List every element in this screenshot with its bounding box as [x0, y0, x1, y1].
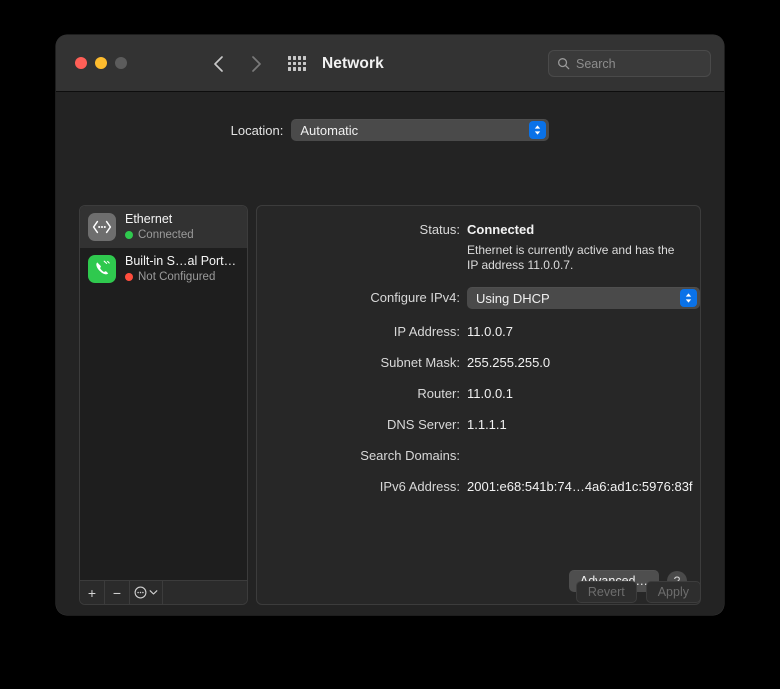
sidebar-item-ethernet[interactable]: Ethernet Connected	[80, 206, 247, 248]
status-label: Status:	[419, 222, 460, 237]
status-description: Ethernet is currently active and has the…	[467, 243, 675, 272]
location-label: Location:	[230, 122, 284, 138]
apply-button[interactable]: Apply	[645, 581, 701, 603]
status-label: Connected	[138, 229, 194, 241]
window-titlebar: Network	[56, 35, 724, 92]
footer-buttons: Revert Apply	[575, 581, 701, 603]
configure-ipv4-popup-button[interactable]: Using DHCP	[467, 287, 700, 309]
status-description-spacer	[257, 243, 467, 273]
page-title: Network	[322, 55, 384, 72]
ip-address-value: 11.0.0.7	[467, 324, 514, 339]
router-value: 11.0.0.1	[467, 386, 514, 401]
service-list-toolbar: + −	[80, 580, 247, 604]
service-action-menu-button[interactable]	[130, 581, 163, 604]
show-all-grid-icon[interactable]	[288, 56, 306, 71]
configure-ipv4-label: Configure IPv4:	[370, 290, 460, 305]
search-domains-label: Search Domains:	[360, 448, 460, 463]
router-row: Router: 11.0.0.1	[257, 384, 700, 403]
window-content: Location: Automatic Ethernet Connected B…	[56, 92, 724, 615]
search-field[interactable]	[548, 50, 724, 77]
minimize-button[interactable]	[95, 57, 107, 69]
dns-server-label: DNS Server:	[387, 417, 460, 432]
configure-ipv4-stepper-icon[interactable]	[680, 289, 697, 307]
service-text: Ethernet Connected	[125, 212, 194, 242]
subnet-mask-label: Subnet Mask:	[380, 355, 461, 370]
ipv6-address-row: IPv6 Address: 2001:e68:541b:74…4a6:ad1c:…	[257, 477, 700, 496]
ip-address-label: IP Address:	[393, 324, 460, 339]
back-button[interactable]	[208, 52, 230, 76]
traffic-light-group	[75, 57, 127, 69]
dns-server-row: DNS Server: 1.1.1.1	[257, 415, 700, 434]
router-label: Router:	[417, 386, 460, 401]
service-status: Connected	[125, 228, 194, 242]
status-value: Connected	[467, 222, 535, 237]
location-row: Location: Automatic	[56, 119, 724, 141]
service-status: Not Configured	[125, 270, 239, 284]
network-preferences-window: Network Location: Automatic	[56, 35, 724, 615]
status-dot-connected	[125, 231, 133, 239]
status-row: Status: Connected	[257, 220, 700, 239]
service-sidebar: Ethernet Connected Built-in S…al Port (1…	[79, 205, 248, 605]
status-label: Not Configured	[138, 271, 216, 283]
chevron-down-icon	[149, 590, 158, 595]
location-popup-button[interactable]: Automatic	[291, 119, 550, 141]
ipv6-address-value: 2001:e68:541b:74…4a6:ad1c:5976:83f	[467, 479, 693, 494]
dns-server-value: 1.1.1.1	[467, 417, 507, 432]
location-value: Automatic	[300, 122, 359, 138]
service-detail-panel: Status: Connected Ethernet is currently …	[256, 205, 701, 605]
service-text: Built-in S…al Port (1) Not Configured	[125, 254, 239, 284]
search-input[interactable]	[576, 56, 724, 71]
remove-service-button[interactable]: −	[105, 581, 130, 604]
service-name: Built-in S…al Port (1)	[125, 254, 239, 268]
ethernet-icon	[88, 213, 116, 241]
zoom-button[interactable]	[115, 57, 127, 69]
configure-ipv4-row: Configure IPv4: Using DHCP	[257, 287, 700, 309]
search-icon	[558, 58, 570, 70]
sidebar-item-serial-port[interactable]: Built-in S…al Port (1) Not Configured	[80, 248, 247, 290]
subnet-mask-value: 255.255.255.0	[467, 355, 551, 370]
status-dot-not-configured	[125, 273, 133, 281]
service-list: Ethernet Connected Built-in S…al Port (1…	[80, 206, 247, 574]
configure-ipv4-value: Using DHCP	[476, 290, 550, 306]
ip-address-row: IP Address: 11.0.0.7	[257, 322, 700, 341]
add-service-button[interactable]: +	[80, 581, 105, 604]
subnet-mask-row: Subnet Mask: 255.255.255.0	[257, 353, 700, 372]
detail-rows: Status: Connected Ethernet is currently …	[257, 220, 700, 508]
location-stepper-icon[interactable]	[529, 121, 547, 139]
revert-button[interactable]: Revert	[575, 581, 637, 603]
service-name: Ethernet	[125, 212, 173, 226]
serial-port-phone-icon	[88, 255, 116, 283]
search-domains-row: Search Domains:	[257, 446, 700, 465]
forward-button[interactable]	[245, 52, 267, 76]
status-description-row: Ethernet is currently active and has the…	[257, 243, 700, 273]
ellipsis-circle-icon	[134, 586, 147, 599]
ipv6-address-label: IPv6 Address:	[379, 479, 460, 494]
close-button[interactable]	[75, 57, 87, 69]
